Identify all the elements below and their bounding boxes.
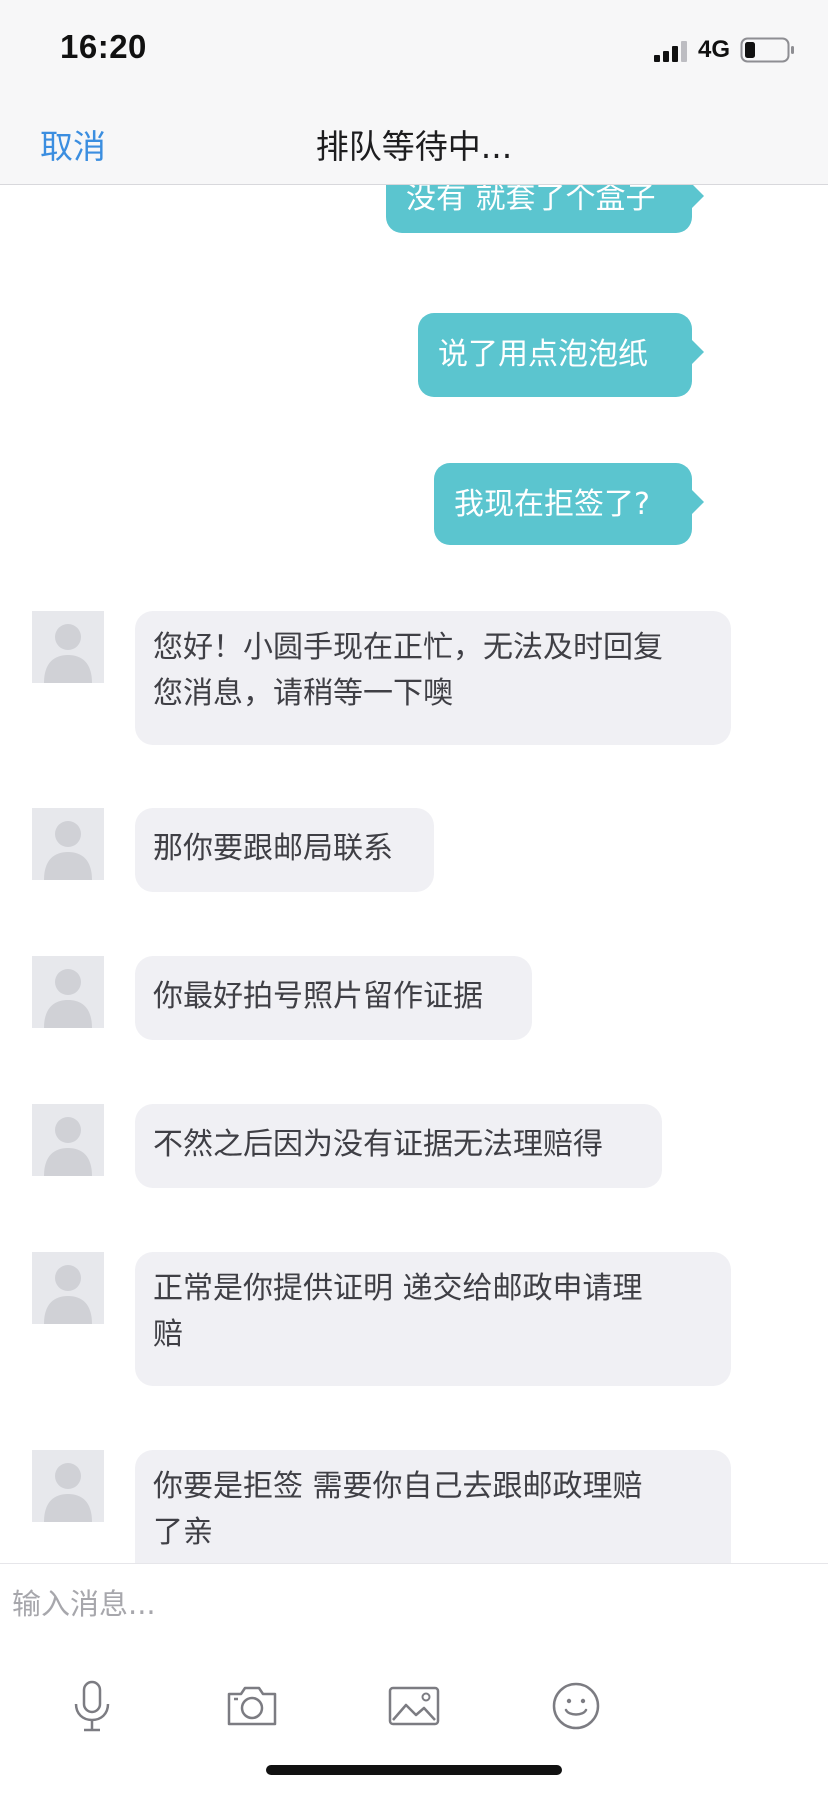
message-text-line: 不然之后因为没有证据无法理赔得 <box>153 1127 603 1162</box>
message-input[interactable] <box>10 1578 814 1630</box>
navigation-bar: 排队等待中... 取消 <box>0 100 828 185</box>
microphone-icon <box>74 1680 110 1732</box>
incoming-message[interactable]: 你最好拍号照片留作证据 <box>135 956 532 1040</box>
message-text-line: 正常是你提供证明 递交给邮政申请理 <box>153 1271 643 1306</box>
image-button[interactable] <box>384 1676 444 1736</box>
message-text-line: 您好！小圆手现在正忙，无法及时回复 <box>153 630 663 665</box>
voice-button[interactable] <box>62 1676 122 1736</box>
incoming-message[interactable]: 您好！小圆手现在正忙，无法及时回复 您消息，请稍等一下噢 <box>135 611 731 745</box>
incoming-message[interactable]: 你要是拒签 需要你自己去跟邮政理赔 了亲 <box>135 1450 731 1563</box>
person-icon <box>44 1117 92 1176</box>
message-text-line: 那你要跟邮局联系 <box>153 831 393 866</box>
avatar[interactable] <box>32 611 104 683</box>
emoji-button[interactable] <box>546 1676 606 1736</box>
avatar[interactable] <box>32 1450 104 1522</box>
person-icon <box>44 821 92 880</box>
emoji-icon <box>552 1682 600 1730</box>
message-text-line: 了亲 <box>153 1515 213 1550</box>
image-icon <box>388 1686 440 1726</box>
outgoing-message[interactable]: 说了用点泡泡纸 <box>418 313 704 397</box>
home-indicator[interactable] <box>266 1765 562 1775</box>
avatar[interactable] <box>32 808 104 880</box>
message-text-line: 您消息，请稍等一下噢 <box>153 676 453 711</box>
message-text-line: 你要是拒签 需要你自己去跟邮政理赔 <box>153 1469 643 1504</box>
camera-icon <box>227 1686 277 1726</box>
cancel-button[interactable]: 取消 <box>40 120 106 168</box>
incoming-message[interactable]: 正常是你提供证明 递交给邮政申请理 赔 <box>135 1252 731 1386</box>
outgoing-message[interactable]: 我现在拒签了? <box>434 463 704 545</box>
avatar[interactable] <box>32 1104 104 1176</box>
person-icon <box>44 969 92 1028</box>
message-text: 我现在拒签了? <box>454 487 650 522</box>
person-icon <box>44 624 92 683</box>
message-text-line: 你最好拍号照片留作证据 <box>153 979 483 1014</box>
message-composer <box>0 1563 828 1793</box>
message-text: 说了用点泡泡纸 <box>438 337 648 372</box>
incoming-message[interactable]: 那你要跟邮局联系 <box>135 808 434 892</box>
network-label: 4G <box>698 36 731 63</box>
outgoing-message[interactable]: 没有 就套了个盒子 <box>386 185 704 233</box>
person-icon <box>44 1463 92 1522</box>
signal-icon <box>654 41 687 62</box>
chat-message-list[interactable]: 没有 就套了个盒子 说了用点泡泡纸 我现在拒签了? 您好！小圆手现在正忙，无法及… <box>0 185 828 1563</box>
avatar[interactable] <box>32 1252 104 1324</box>
battery-icon <box>740 37 794 63</box>
camera-button[interactable] <box>222 1676 282 1736</box>
page-title: 排队等待中... <box>315 127 513 166</box>
message-text-line: 赔 <box>153 1317 183 1352</box>
person-icon <box>44 1265 92 1324</box>
avatar[interactable] <box>32 956 104 1028</box>
status-bar: 16:20 4G <box>0 0 828 100</box>
status-time: 16:20 <box>60 28 147 65</box>
message-text: 没有 就套了个盒子 <box>406 185 656 216</box>
incoming-message[interactable]: 不然之后因为没有证据无法理赔得 <box>135 1104 662 1188</box>
